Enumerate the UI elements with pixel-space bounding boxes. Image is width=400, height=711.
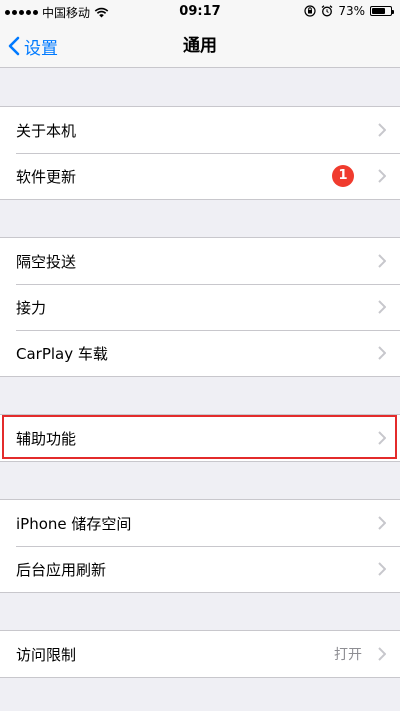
alarm-icon: [321, 5, 333, 17]
row-label: CarPlay 车载: [16, 344, 108, 363]
row-label: 辅助功能: [16, 429, 77, 448]
battery-icon: [370, 6, 394, 16]
orientation-lock-icon: [304, 5, 316, 17]
row-label: 软件更新: [16, 167, 77, 186]
row-software-update[interactable]: 软件更新 1: [0, 153, 400, 199]
status-right: 73%: [304, 4, 394, 18]
row-handoff[interactable]: 接力: [0, 284, 400, 330]
settings-group-storage: iPhone 储存空间 后台应用刷新: [0, 499, 400, 593]
chevron-right-icon: [378, 169, 386, 183]
chevron-right-icon: [378, 516, 386, 530]
chevron-right-icon: [378, 123, 386, 137]
row-label: 后台应用刷新: [16, 560, 107, 579]
status-bar: 中国移动 09:17 73%: [0, 0, 400, 24]
notification-badge: 1: [332, 165, 354, 187]
settings-group-connectivity: 隔空投送 接力 CarPlay 车载: [0, 237, 400, 377]
chevron-right-icon: [378, 346, 386, 360]
row-label: 关于本机: [16, 121, 77, 140]
navigation-bar: 设置 通用: [0, 24, 400, 68]
row-accessibility[interactable]: 辅助功能: [0, 415, 400, 461]
settings-group-accessibility: 辅助功能: [0, 414, 400, 462]
row-detail-value: 打开: [334, 647, 362, 663]
chevron-right-icon: [378, 300, 386, 314]
row-label: 访问限制: [16, 645, 77, 664]
row-about[interactable]: 关于本机: [0, 107, 400, 153]
chevron-right-icon: [378, 647, 386, 661]
row-label: 接力: [16, 298, 47, 317]
row-airdrop[interactable]: 隔空投送: [0, 238, 400, 284]
row-restrictions[interactable]: 访问限制 打开: [0, 631, 400, 677]
battery-level: [372, 8, 386, 14]
row-background-app-refresh[interactable]: 后台应用刷新: [0, 546, 400, 592]
chevron-right-icon: [378, 431, 386, 445]
row-label: iPhone 储存空间: [16, 514, 132, 533]
battery-percent: 73%: [338, 4, 365, 18]
row-iphone-storage[interactable]: iPhone 储存空间: [0, 500, 400, 546]
page-title: 通用: [183, 36, 217, 56]
settings-general-screen: 中国移动 09:17 73% 设置 通用 关于本机 软件更新 1 隔空投送 接力…: [0, 0, 400, 711]
settings-group-restrictions: 访问限制 打开: [0, 630, 400, 678]
chevron-right-icon: [378, 562, 386, 576]
row-carplay[interactable]: CarPlay 车载: [0, 330, 400, 376]
chevron-right-icon: [378, 254, 386, 268]
settings-group-about: 关于本机 软件更新 1: [0, 106, 400, 200]
row-label: 隔空投送: [16, 252, 77, 271]
